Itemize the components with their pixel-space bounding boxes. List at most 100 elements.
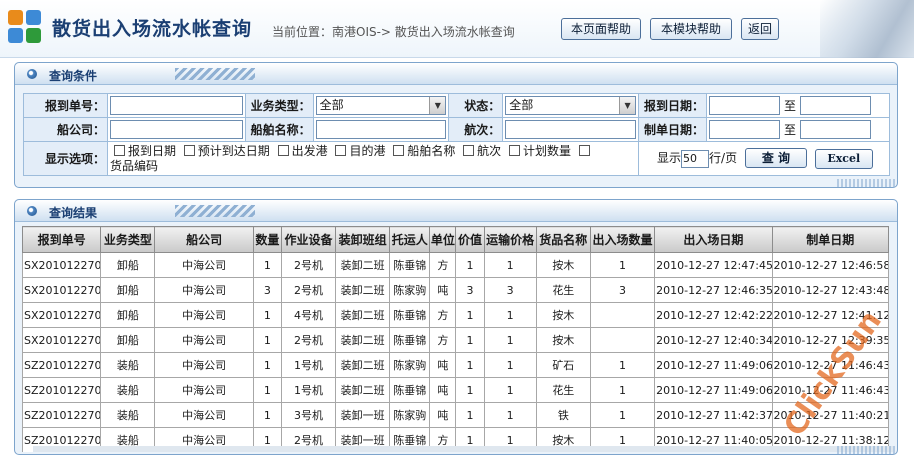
table-row[interactable]: SX20101227006卸船中海公司14号机装卸二班陈垂锦方11按木2010-… [22, 302, 889, 328]
table-cell: 中海公司 [154, 302, 254, 328]
voyage-input[interactable] [505, 120, 637, 139]
table-cell: 陈垂锦 [389, 302, 431, 328]
column-header[interactable]: 作业设备 [280, 226, 337, 253]
column-header[interactable]: 船公司 [154, 226, 254, 253]
table-cell: 陈家驹 [389, 352, 431, 378]
table-cell: 2010-12-27 12:42:22 [654, 302, 773, 328]
display-option-checkbox[interactable] [578, 144, 590, 156]
table-row[interactable]: SX20101227008卸船中海公司12号机装卸二班陈垂锦方11按木12010… [22, 252, 889, 278]
excel-export-button[interactable]: Excel [814, 149, 873, 169]
table-cell: 中海公司 [154, 352, 254, 378]
page-size-input[interactable]: 50 [681, 149, 710, 168]
display-options-label: 显示选项： [23, 141, 108, 176]
created-date-from-input[interactable] [709, 120, 780, 139]
display-option-checkbox[interactable] [183, 144, 195, 156]
horizontal-scrollbar[interactable] [33, 446, 893, 452]
decorative-stripes [175, 68, 255, 80]
display-option-label: 预计到达日期 [197, 143, 270, 158]
report-no-label: 报到单号： [23, 93, 108, 118]
display-option-label: 出发港 [291, 143, 328, 158]
table-cell: 1 [252, 327, 282, 353]
table-cell: 铁 [535, 402, 591, 428]
page-size-unit: 行/页 [709, 151, 738, 165]
table-cell: 2010-12-27 12:41:12 [771, 302, 889, 328]
status-value: 全部 [509, 98, 534, 112]
display-option-checkbox[interactable] [113, 144, 125, 156]
table-cell: 中海公司 [154, 252, 254, 278]
display-option-checkbox[interactable] [393, 144, 405, 156]
column-header[interactable]: 业务类型 [100, 226, 156, 253]
breadcrumb: 当前位置：南港OIS-> 散货出入场流水帐查询 [272, 25, 515, 39]
table-row[interactable]: SZ20101227004装船中海公司11号机装卸二班陈垂锦吨11花生12010… [22, 377, 889, 403]
panel-bullet-icon [27, 206, 37, 216]
table-cell: 2010-12-27 12:46:58 [771, 252, 889, 278]
table-cell: 1 [589, 402, 656, 428]
column-header[interactable]: 报到单号 [22, 226, 102, 253]
query-button[interactable]: 查 询 [744, 148, 807, 168]
table-cell: 1 [252, 302, 282, 328]
table-cell: 1 [455, 352, 485, 378]
chevron-down-icon[interactable]: ▼ [429, 97, 446, 114]
table-row[interactable]: SZ20101227003装船中海公司13号机装卸一班陈家驹吨11铁12010-… [22, 402, 889, 428]
grid-body: SX20101227008卸船中海公司12号机装卸二班陈垂锦方11按木12010… [22, 252, 889, 452]
report-no-input[interactable] [109, 96, 243, 115]
business-type-select[interactable]: 全部 ▼ [315, 96, 447, 115]
column-header[interactable]: 出入场数量 [589, 226, 656, 253]
column-header[interactable]: 制单日期 [771, 226, 889, 253]
column-header[interactable]: 单位 [429, 226, 457, 253]
column-header[interactable]: 货品名称 [535, 226, 591, 253]
column-header[interactable]: 数量 [252, 226, 282, 253]
report-date-from-input[interactable] [709, 96, 780, 115]
table-cell: 2010-12-27 11:49:06 [654, 377, 773, 403]
table-cell: 2010-12-27 12:47:45 [654, 252, 773, 278]
result-grid-container[interactable]: 报到单号 业务类型 船公司 数量 作业设备 装卸班组 托运人 单位 价值 运输价… [22, 226, 889, 452]
table-cell: 花生 [535, 377, 591, 403]
display-option-checkbox[interactable] [335, 144, 347, 156]
result-panel: 查询结果 报到单号 业务类型 船公司 数量 作业设备 装卸班组 托运人 单位 价… [14, 199, 898, 455]
table-cell: 矿石 [535, 352, 591, 378]
query-panel-title: 查询条件 [49, 69, 98, 83]
decorative-stripes [837, 446, 897, 454]
query-actions: 显示 50 行/页 查 询 Excel [638, 141, 890, 176]
column-header[interactable]: 托运人 [389, 226, 431, 253]
page-header: 散货出入场流水帐查询 当前位置：南港OIS-> 散货出入场流水帐查询 本页面帮助… [0, 0, 914, 58]
display-option-checkbox[interactable] [463, 144, 475, 156]
column-header[interactable]: 价值 [455, 226, 485, 253]
column-header[interactable]: 装卸班组 [335, 226, 391, 253]
page-help-button[interactable]: 本页面帮助 [561, 18, 641, 40]
vessel-name-input[interactable] [315, 120, 447, 139]
table-cell: 1 [589, 352, 656, 378]
column-header[interactable]: 运输价格 [483, 226, 537, 253]
chevron-down-icon[interactable]: ▼ [619, 97, 636, 114]
table-row[interactable]: SX20101227005卸船中海公司12号机装卸二班陈垂锦方11按木2010-… [22, 327, 889, 353]
table-cell: SX20101227006 [22, 302, 102, 328]
created-date-to-input[interactable] [800, 120, 872, 139]
table-cell: 1 [252, 377, 282, 403]
table-cell: 方 [429, 302, 457, 328]
ship-company-input[interactable] [109, 120, 243, 139]
table-cell: 按木 [535, 327, 591, 353]
table-cell: 2010-12-27 12:40:34 [654, 327, 773, 353]
table-cell: 1 [455, 302, 485, 328]
table-cell: 2010-12-27 12:39:35 [771, 327, 889, 353]
module-help-button[interactable]: 本模块帮助 [650, 18, 732, 40]
report-date-to-input[interactable] [800, 96, 872, 115]
display-option-label: 报到日期 [127, 143, 176, 158]
column-header[interactable]: 出入场日期 [654, 226, 773, 253]
table-cell: 装卸二班 [335, 352, 391, 378]
table-cell: 1 [483, 402, 537, 428]
table-cell: 3号机 [280, 402, 337, 428]
table-cell: 2号机 [280, 327, 337, 353]
panel-bullet-icon [27, 69, 37, 79]
table-cell: 2010-12-27 11:42:37 [654, 402, 773, 428]
display-option-checkbox[interactable] [277, 144, 289, 156]
table-cell: 陈家驹 [389, 402, 431, 428]
back-button[interactable]: 返回 [741, 18, 779, 40]
status-select[interactable]: 全部 ▼ [505, 96, 637, 115]
table-cell: 装船 [100, 352, 156, 378]
table-row[interactable]: SX20101227007卸船中海公司32号机装卸二班陈家驹吨33花生32010… [22, 277, 889, 303]
table-row[interactable]: SZ20101227004装船中海公司11号机装卸二班陈家驹吨11矿石12010… [22, 352, 889, 378]
display-option-checkbox[interactable] [509, 144, 521, 156]
table-cell: 2号机 [280, 277, 337, 303]
table-cell: SZ20101227004 [22, 352, 102, 378]
